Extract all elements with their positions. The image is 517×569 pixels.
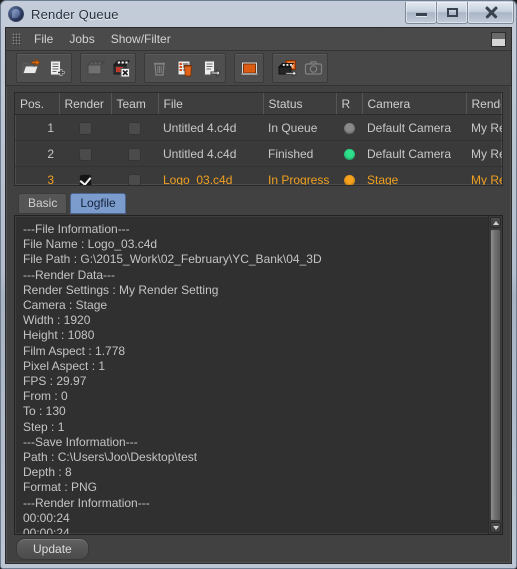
cell-render-settings: My Render Setting: [466, 114, 502, 141]
scroll-down-icon[interactable]: [490, 522, 501, 533]
trash-icon[interactable]: [146, 55, 172, 81]
scroll-up-icon[interactable]: [490, 217, 501, 228]
cell-status-dot: [336, 140, 362, 167]
cell-team-checkbox[interactable]: [111, 140, 158, 167]
open-folder-icon[interactable]: [18, 55, 44, 81]
status-dot: [343, 174, 355, 185]
toolbar-group-edit: [144, 53, 226, 83]
export-document-icon[interactable]: [198, 55, 224, 81]
menu-item-file[interactable]: File: [26, 30, 61, 48]
cell-render-settings: My Render Setting: [466, 166, 502, 185]
team-checkbox[interactable]: [128, 147, 141, 161]
column-header-render[interactable]: Render: [59, 93, 112, 115]
cell-render-checkbox[interactable]: [59, 114, 111, 141]
close-icon: [485, 6, 497, 18]
cell-status: Finished: [263, 140, 336, 167]
cell-status-dot: [336, 114, 362, 141]
cell-file: Untitled 4.c4d: [158, 140, 263, 167]
layout-toggle-icon[interactable]: [491, 32, 506, 47]
status-dot: [343, 122, 355, 134]
toolbar: [6, 51, 511, 86]
maximize-icon: [446, 7, 458, 17]
job-table: Pos. Render Team File Status R Camera Re…: [14, 92, 503, 186]
team-checkbox[interactable]: [128, 173, 141, 185]
tab-logfile[interactable]: Logfile: [70, 193, 126, 214]
cell-pos: 1: [15, 114, 59, 141]
menu-bar: File Jobs Show/Filter: [6, 28, 511, 51]
cell-camera: Default Camera: [362, 114, 466, 141]
table-row[interactable]: 1 Untitled 4.c4d In Queue Default Camera…: [15, 114, 502, 141]
column-header-camera[interactable]: Camera: [362, 93, 467, 115]
cell-camera: Stage: [362, 166, 466, 185]
menu-item-show-filter[interactable]: Show/Filter: [103, 30, 179, 48]
add-document-icon[interactable]: [44, 55, 70, 81]
cell-status-dot: [336, 166, 362, 185]
snapshot-icon[interactable]: [300, 55, 326, 81]
cell-team-checkbox[interactable]: [111, 166, 158, 185]
minimize-button[interactable]: [405, 1, 437, 24]
column-header-render-settings[interactable]: Render Settings: [466, 93, 502, 115]
update-button[interactable]: Update: [16, 538, 89, 560]
cinema4d-logo-icon: [8, 6, 24, 22]
status-dot: [343, 148, 355, 160]
render-queue-window: Render Queue File Jobs Show/Filter Pos. …: [0, 0, 517, 569]
cell-camera: Default Camera: [362, 140, 466, 167]
client-area: File Jobs Show/Filter Pos. Render Team F…: [5, 27, 512, 564]
tab-bar: Basic Logfile: [6, 186, 511, 214]
table-row[interactable]: 2 Untitled 4.c4d Finished Default Camera…: [15, 140, 502, 167]
cell-pos: 3: [15, 166, 59, 185]
column-header-r[interactable]: R: [336, 93, 363, 115]
team-checkbox[interactable]: [128, 121, 141, 135]
batch-render-icon[interactable]: [82, 55, 108, 81]
minimize-icon: [415, 13, 427, 16]
toolbar-group-output: [272, 53, 328, 83]
drag-grip-icon[interactable]: [12, 33, 21, 45]
column-header-file[interactable]: File: [158, 93, 264, 115]
column-header-status[interactable]: Status: [263, 93, 337, 115]
logfile-scrollbar[interactable]: [488, 216, 502, 534]
cell-render-checkbox[interactable]: [59, 166, 111, 185]
render-checkbox[interactable]: [78, 147, 92, 161]
picture-viewer-icon[interactable]: [236, 55, 262, 81]
tab-basic[interactable]: Basic: [18, 193, 68, 214]
table-header-row: Pos. Render Team File Status R Camera Re…: [15, 93, 502, 115]
close-button[interactable]: [467, 1, 514, 24]
stop-render-icon[interactable]: [108, 55, 134, 81]
window-title: Render Queue: [31, 6, 119, 22]
cell-status: In Progress: [263, 166, 336, 185]
menu-item-jobs[interactable]: Jobs: [61, 30, 102, 48]
cell-team-checkbox[interactable]: [111, 114, 158, 141]
column-header-pos[interactable]: Pos.: [15, 93, 60, 115]
column-header-team[interactable]: Team: [111, 93, 159, 115]
scrollbar-thumb[interactable]: [490, 229, 501, 521]
cell-pos: 2: [15, 140, 59, 167]
render-checkbox[interactable]: [78, 173, 92, 185]
cell-render-checkbox[interactable]: [59, 140, 111, 167]
render-to-movie-icon[interactable]: [274, 55, 300, 81]
logfile-text: ---File Information--- File Name : Logo_…: [23, 222, 322, 534]
maximize-button[interactable]: [436, 1, 468, 24]
cell-file: Logo_03.c4d: [158, 166, 263, 185]
logfile-panel: ---File Information--- File Name : Logo_…: [14, 215, 503, 535]
toolbar-group-viewer: [234, 53, 264, 83]
render-checkbox[interactable]: [78, 121, 92, 135]
cell-status: In Queue: [263, 114, 336, 141]
toolbar-group-render: [80, 53, 136, 83]
window-controls: [405, 1, 514, 24]
footer-bar: Update: [6, 535, 511, 563]
toolbar-group-file: [16, 53, 72, 83]
cell-render-settings: My Render Setting: [466, 140, 502, 167]
scrollbar-track[interactable]: [490, 229, 501, 521]
cell-file: Untitled 4.c4d: [158, 114, 263, 141]
title-bar[interactable]: Render Queue: [1, 1, 516, 27]
table-row[interactable]: 3 Logo_03.c4d In Progress Stage My Rende…: [15, 166, 502, 185]
clear-list-icon[interactable]: [172, 55, 198, 81]
